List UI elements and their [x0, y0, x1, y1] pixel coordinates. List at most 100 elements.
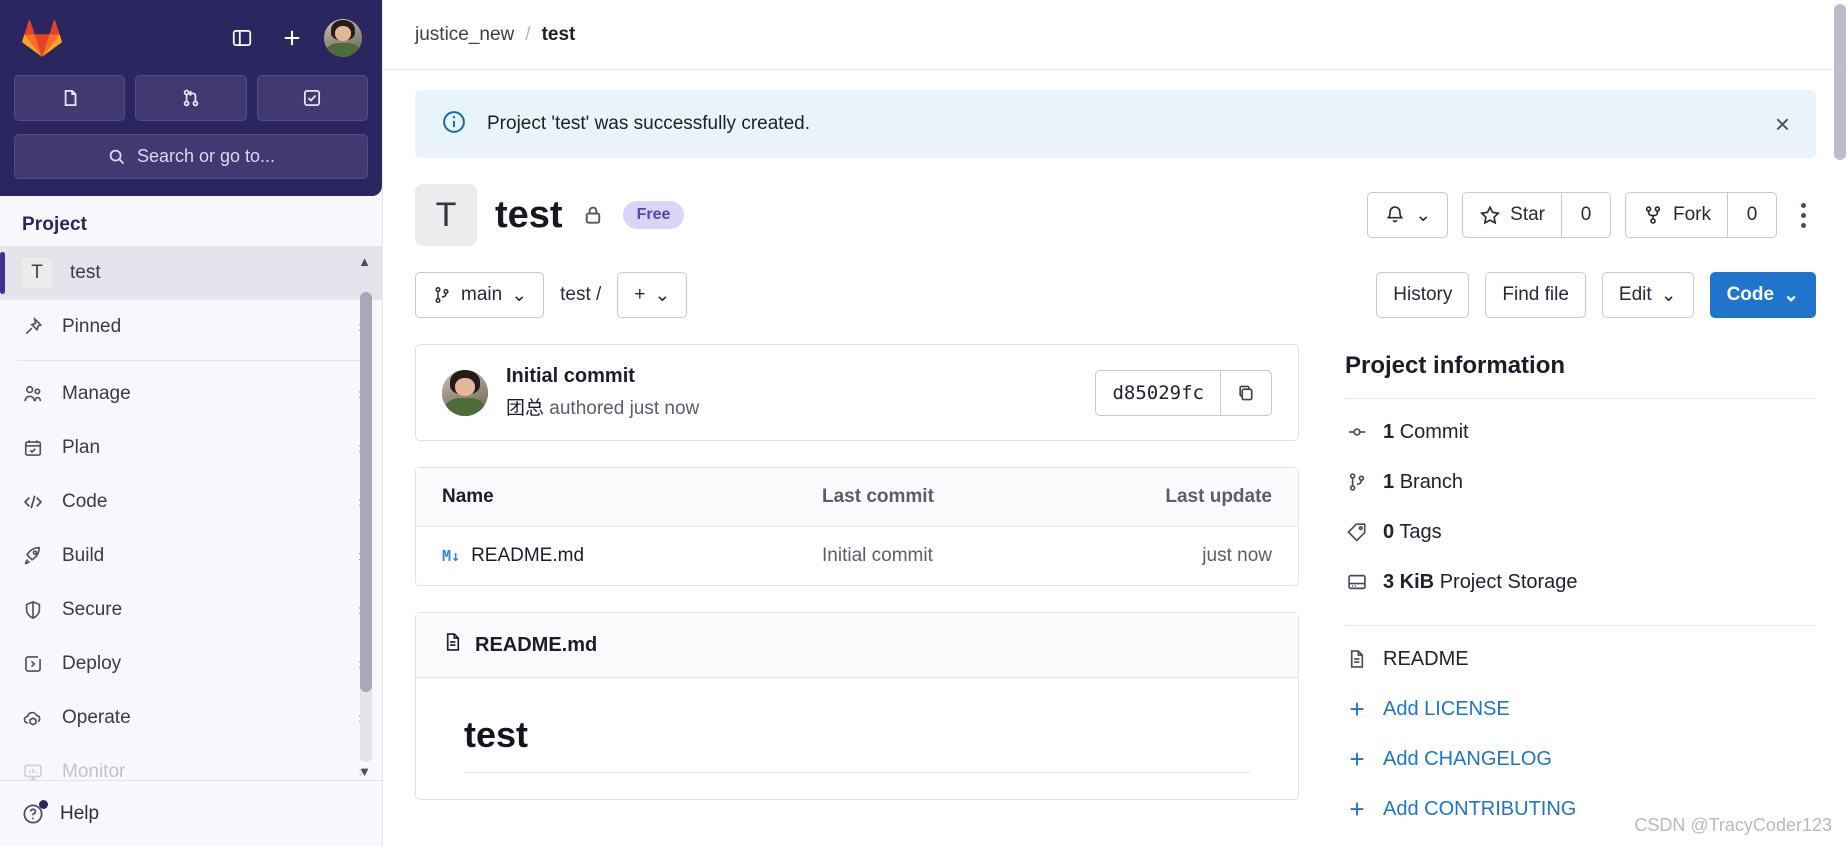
- edit-label: Edit: [1618, 284, 1652, 305]
- sidebar-item-code[interactable]: Code ›: [0, 475, 382, 529]
- readme-filename[interactable]: README.md: [475, 634, 597, 657]
- sidebar-brand-row: [14, 14, 368, 62]
- sidebar-item-secure[interactable]: Secure ›: [0, 583, 382, 637]
- link-add-changelog[interactable]: + Add CHANGELOG: [1345, 734, 1816, 784]
- gitlab-logo-icon[interactable]: [22, 18, 62, 58]
- search-input[interactable]: Search or go to...: [14, 134, 368, 179]
- star-count[interactable]: 0: [1561, 192, 1611, 238]
- toggle-sidebar-icon[interactable]: [224, 20, 260, 56]
- storage-label: Project Storage: [1439, 570, 1578, 593]
- sidebar-item-build[interactable]: Build ›: [0, 529, 382, 583]
- notifications-caret: ⌄: [1415, 204, 1432, 226]
- code-button[interactable]: Code ⌄: [1709, 272, 1816, 318]
- fork-count[interactable]: 0: [1727, 192, 1777, 238]
- issues-icon[interactable]: [14, 75, 126, 121]
- close-icon[interactable]: ×: [1775, 111, 1790, 137]
- stat-branches[interactable]: 1 Branch: [1345, 457, 1816, 507]
- stat-storage[interactable]: 3 KiB Project Storage: [1345, 557, 1816, 607]
- scroll-up-arrow[interactable]: ▲: [358, 254, 371, 269]
- stat-tags[interactable]: 0 Tags: [1345, 507, 1816, 557]
- divider: [1345, 398, 1816, 399]
- copy-icon[interactable]: [1220, 369, 1272, 416]
- tag-count: 0: [1383, 520, 1395, 543]
- shield-icon: [20, 597, 46, 623]
- link-label: Add CONTRIBUTING: [1383, 797, 1577, 820]
- page-scrollbar[interactable]: [1834, 4, 1846, 160]
- sidebar-item-deploy[interactable]: Deploy ›: [0, 637, 382, 691]
- edit-button[interactable]: Edit ⌄: [1601, 272, 1694, 318]
- sidebar-item-label: Operate: [62, 707, 131, 728]
- breadcrumb-group[interactable]: justice_new: [415, 24, 514, 46]
- fork-label: Fork: [1673, 204, 1711, 225]
- help-icon: [20, 799, 48, 827]
- gitlab-project-page: Search or go to... Project T test Pinned…: [0, 0, 1848, 846]
- branch-selector[interactable]: main ⌄: [415, 272, 545, 318]
- commit-title[interactable]: Initial commit: [506, 365, 699, 388]
- sidebar-nav: Project T test Pinned ›: [0, 196, 382, 780]
- project-header-actions: ⌄ Star 0 Fork 0: [1367, 192, 1816, 238]
- status-badge: Free: [622, 201, 685, 229]
- link-readme[interactable]: README: [1345, 634, 1816, 684]
- link-label: Add LICENSE: [1383, 697, 1510, 720]
- star-button[interactable]: Star: [1462, 192, 1561, 238]
- sidebar-item-test[interactable]: T test: [0, 246, 382, 300]
- storage-icon: [1345, 571, 1369, 593]
- commit-sha[interactable]: d85029fc: [1095, 369, 1220, 416]
- create-new-icon[interactable]: [274, 20, 310, 56]
- file-last-commit[interactable]: Initial commit: [822, 545, 1122, 567]
- breadcrumb-project[interactable]: test: [542, 24, 576, 46]
- readme-card: README.md test: [415, 612, 1299, 800]
- sidebar-heading: Project: [22, 214, 88, 235]
- merge-requests-icon[interactable]: [135, 75, 247, 121]
- calendar-icon: [20, 435, 46, 461]
- file-name-cell[interactable]: M↓ README.md: [442, 545, 822, 567]
- plus-icon: +: [1349, 694, 1365, 724]
- sidebar-top-actions: [224, 19, 368, 57]
- readme-body: test: [416, 678, 1298, 799]
- commit-author[interactable]: 团总: [506, 398, 544, 419]
- star-button-group: Star 0: [1462, 192, 1611, 238]
- sidebar-item-label: Code: [62, 491, 108, 512]
- plus-icon: +: [1349, 744, 1365, 774]
- fork-icon: [1645, 206, 1661, 224]
- sidebar-item-manage[interactable]: Manage ›: [0, 367, 382, 421]
- table-row[interactable]: M↓ README.md Initial commit just now: [416, 527, 1298, 585]
- sidebar-item-plan[interactable]: Plan ›: [0, 421, 382, 475]
- more-actions-button[interactable]: [1791, 202, 1816, 228]
- sidebar-item-label: Manage: [62, 383, 131, 404]
- sidebar-item-pinned[interactable]: Pinned ›: [0, 300, 382, 354]
- storage-size: 3 KiB: [1383, 570, 1435, 593]
- add-to-tree-button[interactable]: + ⌄: [617, 272, 688, 318]
- history-button[interactable]: History: [1376, 272, 1470, 318]
- branch-name: main: [461, 284, 503, 305]
- plus-icon: +: [1349, 794, 1365, 824]
- sidebar: Search or go to... Project T test Pinned…: [0, 0, 383, 846]
- rocket-icon: [20, 543, 46, 569]
- commit-count: 1: [1383, 420, 1395, 443]
- sidebar-quick-links: [14, 75, 368, 121]
- tag-label: Tags: [1399, 520, 1442, 543]
- fork-button[interactable]: Fork: [1625, 192, 1727, 238]
- notifications-button[interactable]: ⌄: [1367, 192, 1449, 238]
- sidebar-scrollbar[interactable]: [360, 270, 372, 762]
- find-file-button[interactable]: Find file: [1485, 272, 1586, 318]
- stat-commits[interactable]: 1 Commit: [1345, 407, 1816, 457]
- sidebar-item-help[interactable]: Help: [0, 780, 382, 846]
- column-name: Name: [442, 486, 494, 507]
- sidebar-scroll-thumb[interactable]: [360, 292, 372, 692]
- chevron-down-icon: ⌄: [511, 284, 528, 306]
- file-name: README.md: [471, 545, 585, 566]
- link-add-license[interactable]: + Add LICENSE: [1345, 684, 1816, 734]
- markdown-icon: M↓: [442, 547, 461, 565]
- todos-icon[interactable]: [256, 75, 368, 121]
- chevron-down-icon: ⌄: [654, 284, 671, 306]
- deploy-icon: [20, 651, 46, 677]
- file-last-update: just now: [1202, 545, 1272, 566]
- commit-sha-group: d85029fc: [1095, 369, 1272, 416]
- sidebar-item-operate[interactable]: Operate ›: [0, 691, 382, 745]
- user-avatar[interactable]: [324, 19, 362, 57]
- divider: [1345, 625, 1816, 626]
- sidebar-item-monitor[interactable]: Monitor ›: [0, 745, 382, 780]
- page-body: Project 'test' was successfully created.…: [383, 70, 1848, 846]
- scroll-down-arrow[interactable]: ▼: [358, 764, 371, 779]
